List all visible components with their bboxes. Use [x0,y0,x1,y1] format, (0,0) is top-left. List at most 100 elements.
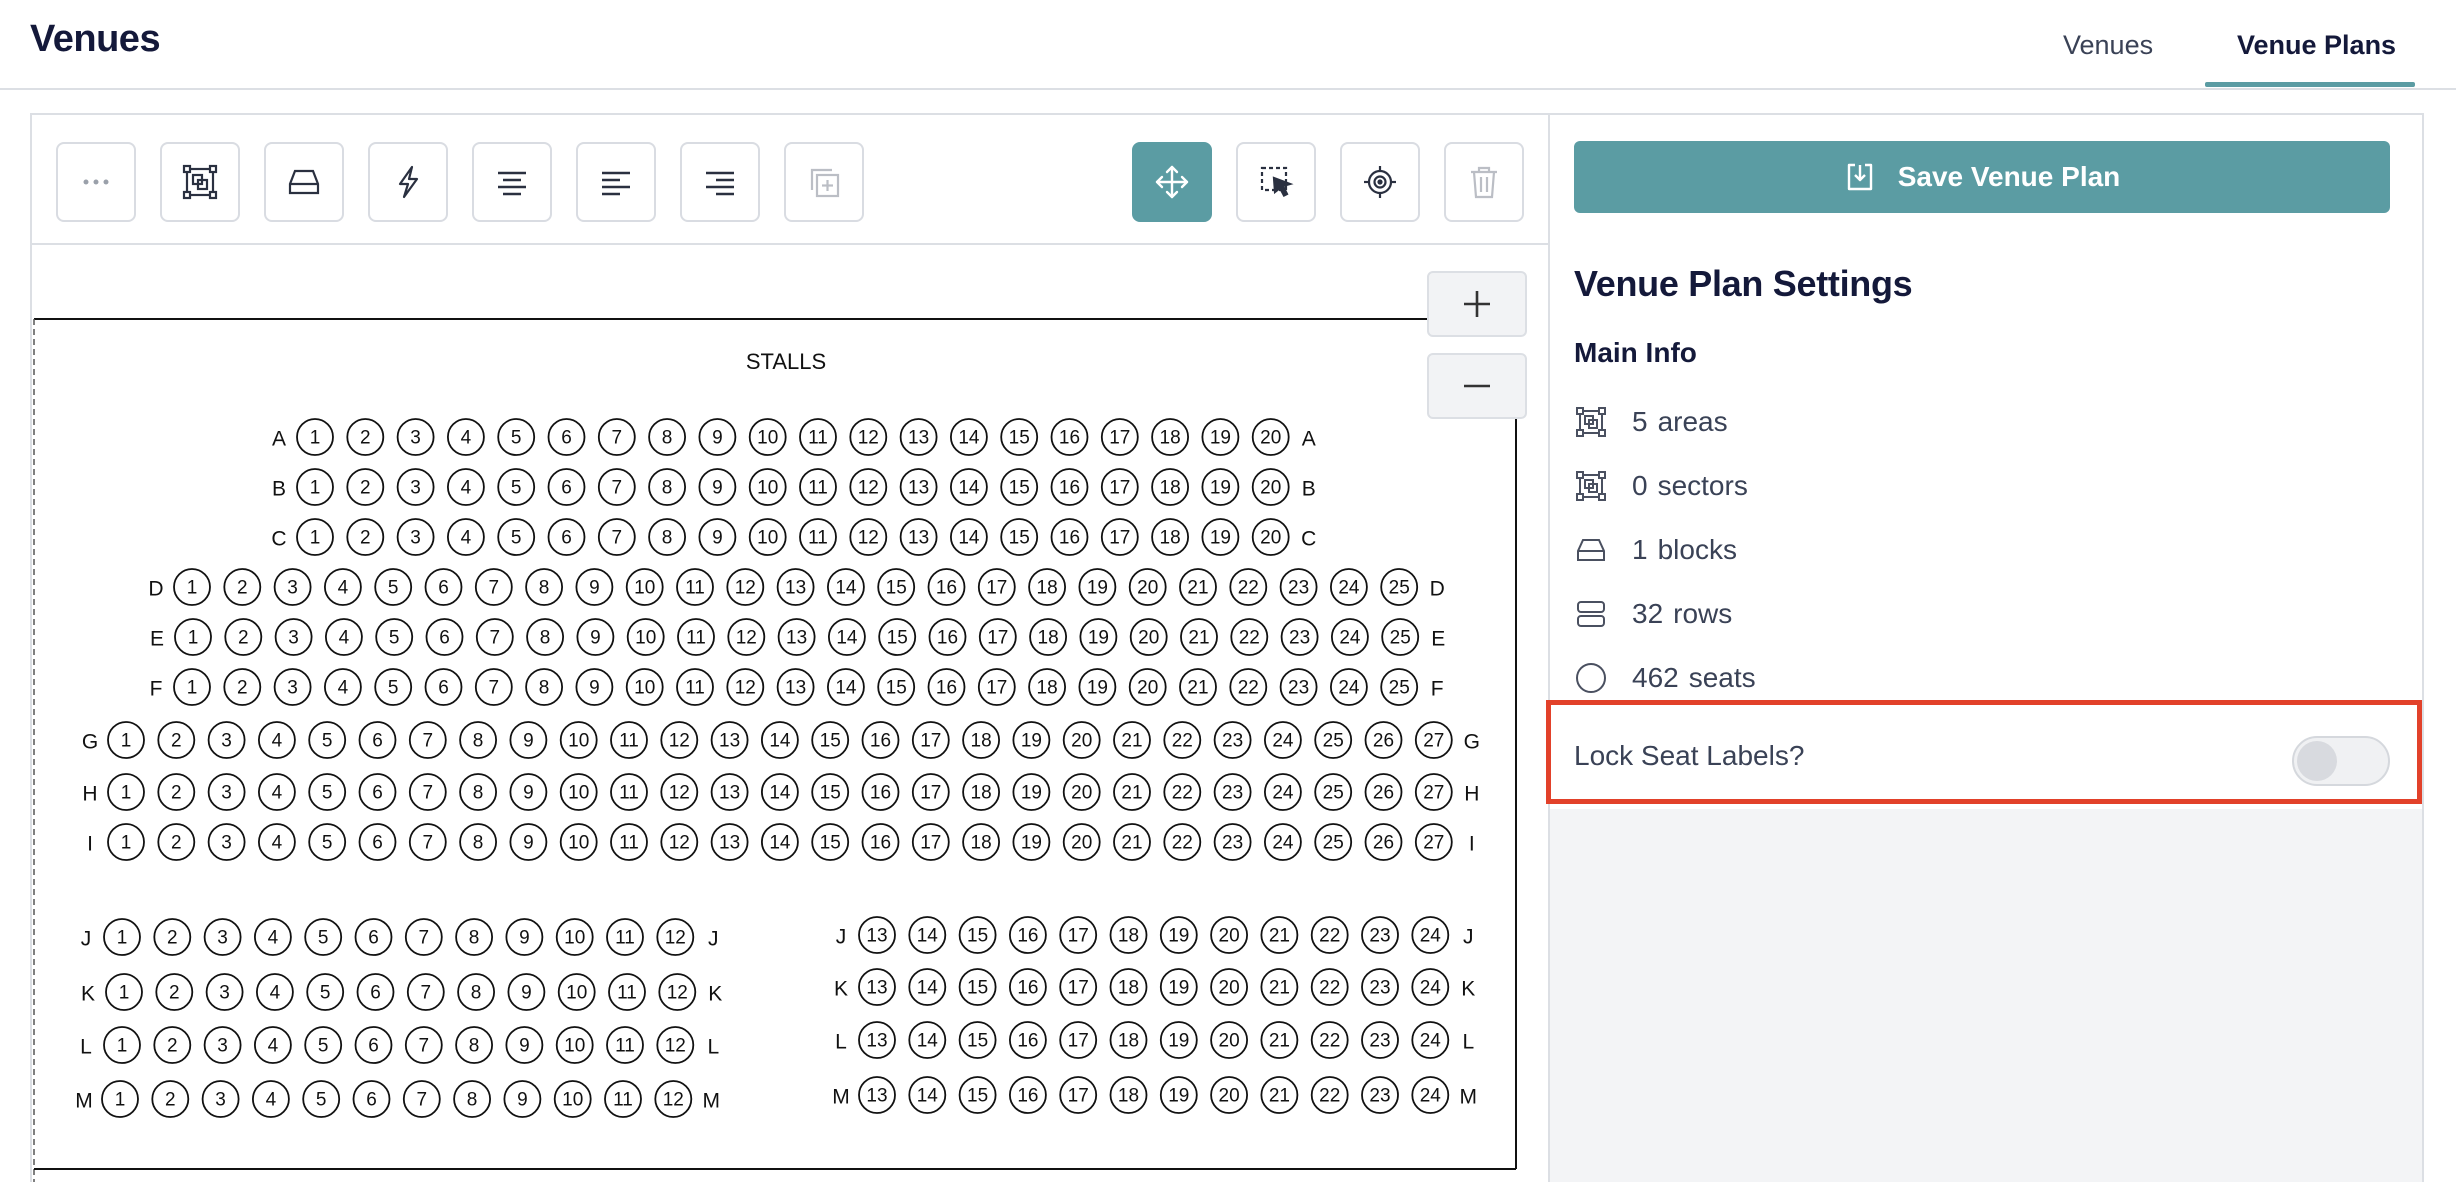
seat[interactable]: 6 [547,418,586,456]
seat[interactable]: 18 [1151,518,1189,556]
seat[interactable]: 9 [698,468,737,506]
seat[interactable]: 8 [457,973,496,1011]
seat[interactable]: 16 [927,668,966,706]
seat[interactable]: 4 [446,418,485,456]
seat[interactable]: 15 [877,568,916,606]
seat[interactable]: 13 [899,418,938,456]
seat[interactable]: 6 [354,918,393,956]
seat[interactable]: 3 [273,668,312,706]
seat[interactable]: 7 [597,518,636,556]
seat[interactable]: 4 [253,918,292,956]
seat[interactable]: 5 [304,918,343,956]
seat[interactable]: 14 [950,468,988,506]
seat[interactable]: 9 [507,973,546,1011]
seat[interactable]: 17 [1059,1021,1098,1059]
seat[interactable]: 12 [654,1080,693,1118]
zoom-in-button[interactable] [1427,271,1527,337]
seat[interactable]: 9 [505,1026,544,1064]
seat[interactable]: 9 [503,1080,542,1118]
align-right-button[interactable] [680,142,760,222]
seat[interactable]: 4 [323,568,362,606]
seat[interactable]: 8 [648,468,686,506]
seat[interactable]: 3 [274,618,313,656]
seat[interactable]: 10 [559,721,598,759]
seat[interactable]: 17 [1100,518,1139,556]
seat[interactable]: 21 [1113,773,1151,811]
seat[interactable]: 23 [1279,668,1318,706]
seat[interactable]: 20 [1128,668,1167,706]
seat[interactable]: 11 [606,918,644,956]
seat[interactable]: 23 [1361,916,1399,954]
seat[interactable]: 19 [1159,916,1198,954]
seat[interactable]: 7 [474,668,513,706]
seat[interactable]: 17 [911,823,950,861]
seat[interactable]: 13 [777,618,816,656]
seat[interactable]: 10 [559,773,598,811]
tab-venues[interactable]: Venues [2063,30,2153,61]
seat[interactable]: 16 [1009,916,1047,954]
seat[interactable]: 16 [861,773,900,811]
seat[interactable]: 17 [977,568,1016,606]
seat[interactable]: 10 [625,568,664,606]
seat[interactable]: 7 [404,1026,443,1064]
seat[interactable]: 6 [425,618,464,656]
seat[interactable]: 9 [505,918,544,956]
seat[interactable]: 27 [1414,823,1453,861]
seat[interactable]: 21 [1260,1076,1299,1114]
seat[interactable]: 6 [358,721,397,759]
seat[interactable]: 11 [799,518,837,556]
seat[interactable]: 14 [950,518,988,556]
seat[interactable]: 15 [877,668,916,706]
seat[interactable]: 10 [748,518,787,556]
seat[interactable]: 14 [761,721,799,759]
seat[interactable]: 16 [1050,418,1089,456]
seat[interactable]: 24 [1264,773,1302,811]
seat[interactable]: 3 [201,1080,240,1118]
seat[interactable]: 14 [828,618,866,656]
seat[interactable]: 15 [878,618,917,656]
seat[interactable]: 1 [173,568,211,606]
seat[interactable]: 3 [396,418,435,456]
seat[interactable]: 13 [858,916,896,954]
seat[interactable]: 6 [424,568,463,606]
seat[interactable]: 25 [1380,668,1419,706]
seat[interactable]: 9 [576,618,615,656]
seat[interactable]: 4 [257,721,296,759]
seat[interactable]: 8 [525,568,563,606]
seat[interactable]: 12 [660,773,699,811]
seat[interactable]: 17 [977,668,1016,706]
seat[interactable]: 23 [1361,968,1399,1006]
seat[interactable]: 13 [776,668,815,706]
seat[interactable]: 6 [358,823,397,861]
select-tool-button[interactable] [1236,142,1316,222]
seat[interactable]: 11 [610,773,648,811]
seat[interactable]: 20 [1129,618,1168,656]
seat[interactable]: 7 [402,1080,441,1118]
seat[interactable]: 4 [251,1080,290,1118]
seat[interactable]: 3 [396,468,435,506]
seat[interactable]: 9 [509,823,548,861]
seat[interactable]: 12 [849,518,888,556]
seat[interactable]: 25 [1380,568,1419,606]
seat[interactable]: 10 [557,973,596,1011]
seat[interactable]: 6 [358,773,397,811]
seat[interactable]: 2 [346,518,385,556]
seat[interactable]: 12 [849,468,888,506]
seat[interactable]: 12 [656,1026,695,1064]
seat[interactable]: 19 [1201,518,1240,556]
seat[interactable]: 15 [958,916,997,954]
seat[interactable]: 19 [1159,1021,1198,1059]
seat[interactable]: 8 [648,418,686,456]
seat[interactable]: 1 [174,618,212,656]
seat[interactable]: 20 [1128,568,1167,606]
seat[interactable]: 27 [1414,721,1453,759]
seat[interactable]: 21 [1113,721,1151,759]
seat[interactable]: 10 [555,1026,594,1064]
seat[interactable]: 5 [497,468,536,506]
seat[interactable]: 12 [658,973,697,1011]
seat[interactable]: 21 [1180,618,1218,656]
seat[interactable]: 15 [958,1076,997,1114]
tab-venue-plans[interactable]: Venue Plans [2237,30,2396,61]
seat[interactable]: 17 [1059,916,1098,954]
seat[interactable]: 1 [105,973,143,1011]
